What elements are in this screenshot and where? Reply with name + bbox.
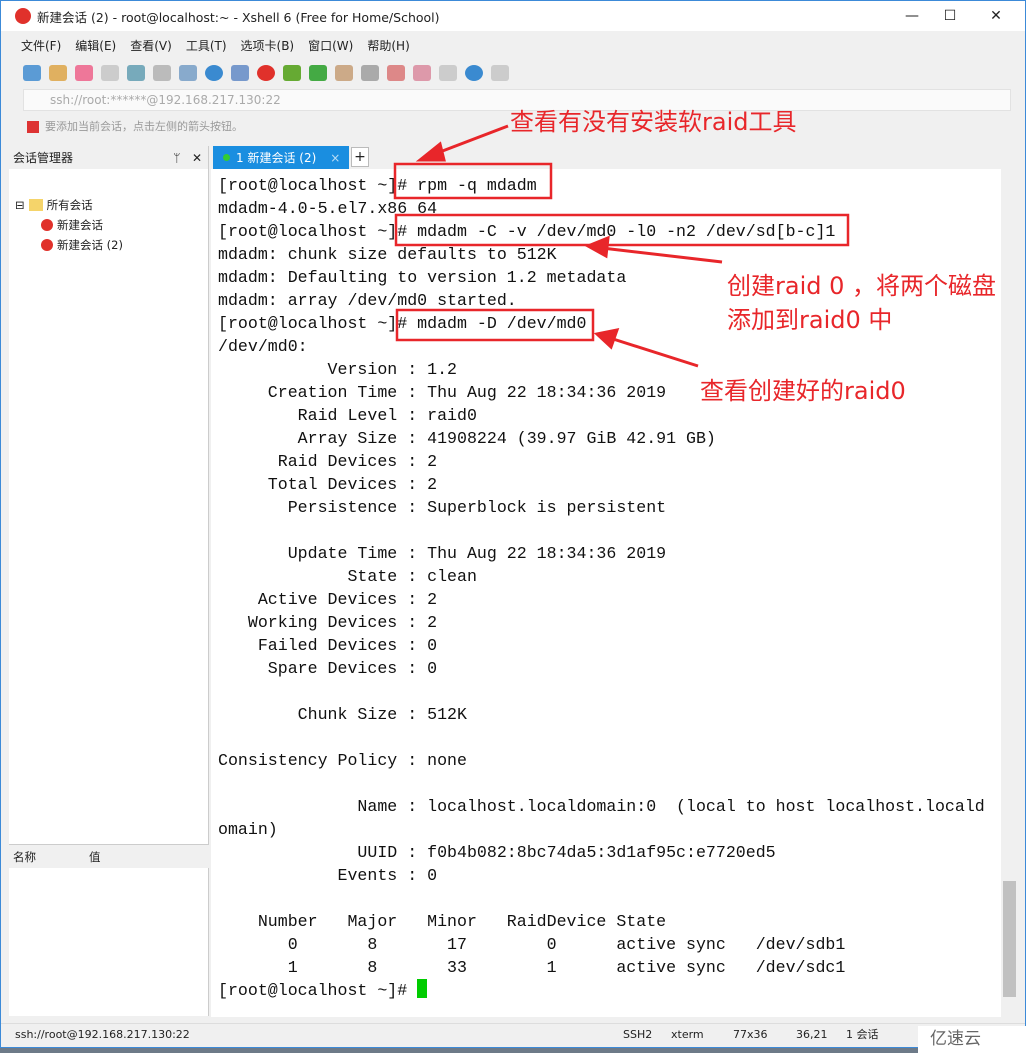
annotation-create-raid-2: 添加到raid0 中 <box>727 306 893 334</box>
watermark-logo: 亿速云 <box>918 1026 1026 1053</box>
arrow-3-head <box>593 328 620 350</box>
annotation-view-raid: 查看创建好的raid0 <box>700 377 906 405</box>
annotation-overlay <box>393 124 850 368</box>
arrow-1-head <box>415 141 446 162</box>
arrow-2-head <box>584 235 610 259</box>
annotation-check-install: 查看有没有安装软raid工具 <box>510 108 797 136</box>
arrow-2 <box>601 246 723 264</box>
annotation-create-raid: 创建raid 0 ，将两个磁盘 <box>727 272 997 300</box>
highlight-box-create <box>394 213 850 247</box>
highlight-box-rpm <box>393 162 553 200</box>
highlight-box-detail <box>395 308 595 342</box>
arrow-1 <box>431 124 509 157</box>
arrow-3 <box>609 336 699 368</box>
